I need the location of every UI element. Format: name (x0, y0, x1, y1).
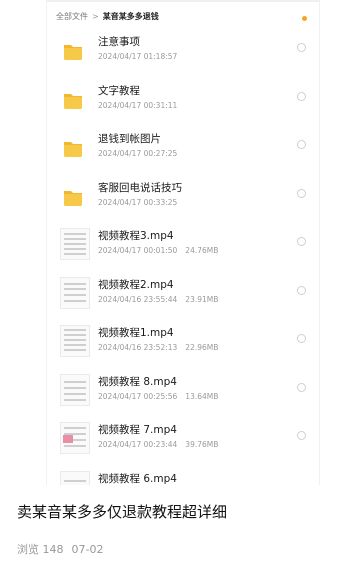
folder-icon (58, 133, 88, 163)
file-size: 39.76MB (185, 440, 219, 449)
file-meta: 2024/04/17 00:27:25 (98, 149, 177, 158)
file-row[interactable]: 视频教程2.mp4 2024/04/16 23:55:44 23.91MB (47, 273, 319, 319)
status-dot (302, 16, 307, 21)
file-date: 2024/04/17 00:23:44 (98, 440, 178, 449)
file-name: 视频教程3.mp4 (98, 230, 174, 242)
video-thumbnail (60, 228, 90, 260)
select-radio[interactable] (297, 382, 306, 392)
file-name: 视频教程1.mp4 (98, 327, 174, 339)
file-size: 24.76MB (185, 246, 219, 255)
select-radio[interactable] (297, 334, 306, 343)
file-size: 13.64MB (185, 391, 219, 401)
file-name: 文字教程 (98, 84, 140, 97)
video-thumbnail (60, 373, 90, 406)
select-radio[interactable] (297, 237, 306, 246)
breadcrumb-separator: > (92, 12, 99, 21)
file-meta: 2024/04/16 23:55:44 23.91MB (98, 295, 218, 304)
file-date: 2024/04/17 00:01:50 (98, 246, 178, 255)
post-date: 07-02 (71, 543, 104, 556)
file-date: 2024/04/17 00:31:11 (98, 100, 178, 110)
select-radio[interactable] (297, 140, 306, 149)
file-browser: 全部文件 > 某音某多多退钱 注意事项 2024/04/17 01:18:57 文字教程… (46, 0, 320, 485)
video-thumbnail (60, 470, 90, 485)
file-meta: 2024/04/17 00:01:50 24.76MB (98, 246, 218, 255)
file-meta: 2024/04/17 00:23:44 39.76MB (98, 440, 218, 449)
video-thumbnail (60, 325, 90, 357)
breadcrumb-current: 某音某多多退钱 (102, 12, 159, 21)
file-date: 2024/04/17 00:25:56 (98, 391, 178, 401)
file-row[interactable]: 视频教程 7.mp4 2024/04/17 00:23:44 39.76MB (47, 418, 319, 464)
file-meta: 2024/04/17 01:18:57 (98, 52, 177, 61)
file-row[interactable]: 视频教程 8.mp4 2024/04/17 00:25:56 13.64MB (47, 370, 319, 416)
folder-row[interactable]: 客服回电说话技巧 2024/04/17 00:33:25 (47, 176, 319, 222)
top-divider (47, 0, 319, 2)
file-date: 2024/04/16 23:52:13 (98, 343, 178, 352)
breadcrumb-root[interactable]: 全部文件 (56, 12, 88, 21)
file-meta: 2024/04/17 00:25:56 13.64MB (98, 392, 218, 401)
select-radio[interactable] (297, 91, 306, 101)
post-title: 卖某音某多多仅退款教程超详细 (17, 503, 228, 521)
file-row[interactable]: 视频教程1.mp4 2024/04/16 23:52:13 22.96MB (47, 321, 319, 367)
file-name: 视频教程 6.mp4 (98, 472, 177, 485)
file-name: 注意事项 (98, 36, 140, 48)
file-name: 视频教程 7.mp4 (98, 424, 177, 436)
breadcrumb: 全部文件 > 某音某多多退钱 (56, 11, 159, 22)
file-meta: 2024/04/17 00:31:11 (98, 101, 177, 110)
file-row[interactable]: 视频教程 6.mp4 (47, 467, 319, 485)
screenshot-image: 全部文件 > 某音某多多退钱 注意事项 2024/04/17 01:18:57 文字教程… (0, 0, 364, 485)
video-thumbnail (60, 422, 90, 454)
file-date: 2024/04/17 01:18:57 (98, 52, 178, 61)
file-meta: 2024/04/17 00:33:25 (98, 198, 177, 207)
file-row[interactable]: 视频教程3.mp4 2024/04/17 00:01:50 24.76MB (47, 224, 319, 270)
view-count: 浏览 148 (17, 543, 64, 556)
file-size: 22.96MB (185, 343, 219, 352)
file-name: 视频教程 8.mp4 (98, 375, 177, 388)
folder-row[interactable]: 文字教程 2024/04/17 00:31:11 (47, 79, 319, 125)
select-radio[interactable] (297, 43, 306, 52)
select-radio[interactable] (297, 431, 306, 440)
file-name: 视频教程2.mp4 (98, 278, 174, 291)
folder-icon (58, 85, 88, 115)
file-size: 23.91MB (185, 294, 219, 304)
file-date: 2024/04/16 23:55:44 (98, 294, 178, 304)
select-radio[interactable] (297, 188, 306, 198)
folder-row[interactable]: 退钱到帐图片 2024/04/17 00:27:25 (47, 127, 319, 173)
file-meta: 2024/04/16 23:52:13 22.96MB (98, 343, 218, 352)
file-name: 退钱到帐图片 (98, 133, 161, 145)
folder-row[interactable]: 注意事项 2024/04/17 01:18:57 (47, 30, 319, 76)
folder-icon (58, 182, 88, 212)
post-stats: 浏览 148 07-02 (17, 541, 103, 557)
video-thumbnail (60, 276, 90, 309)
file-date: 2024/04/17 00:33:25 (98, 197, 178, 207)
file-name: 客服回电说话技巧 (98, 181, 182, 194)
folder-icon (58, 36, 88, 66)
select-radio[interactable] (297, 285, 306, 295)
file-date: 2024/04/17 00:27:25 (98, 149, 178, 158)
